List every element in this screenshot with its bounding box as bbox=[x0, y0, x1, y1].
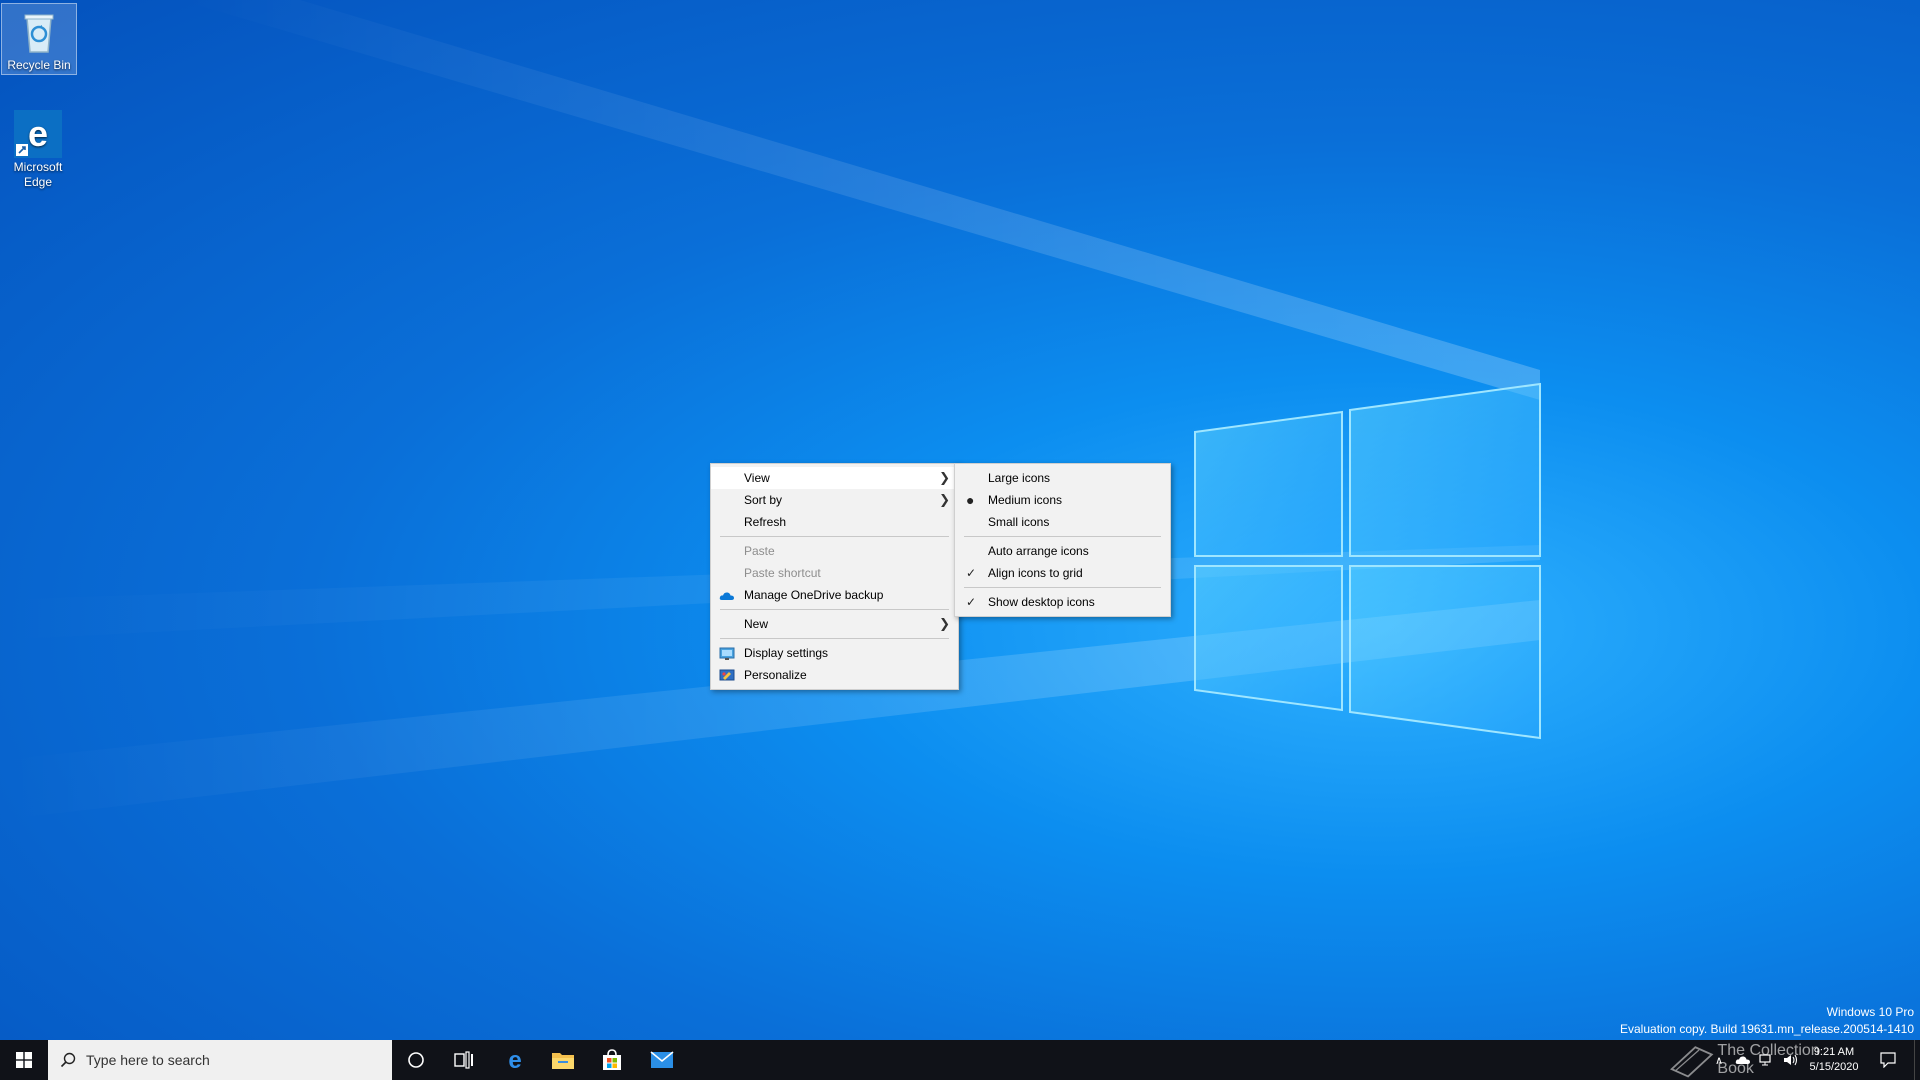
menu-item-personalize[interactable]: Personalize bbox=[711, 664, 958, 686]
menu-item-view[interactable]: View ❯ bbox=[711, 467, 958, 489]
chevron-right-icon: ❯ bbox=[939, 470, 950, 485]
watermark-build: Evaluation copy. Build 19631.mn_release.… bbox=[1620, 1022, 1914, 1036]
menu-item-label: Small icons bbox=[988, 515, 1050, 529]
menu-item-sort-by[interactable]: Sort by ❯ bbox=[711, 489, 958, 511]
svg-text:e: e bbox=[28, 113, 48, 154]
desktop-icon-label: Recycle Bin bbox=[7, 58, 71, 72]
task-view-button[interactable] bbox=[440, 1040, 488, 1080]
menu-item-label: Personalize bbox=[744, 668, 807, 682]
submenu-item-align-icons-to-grid[interactable]: ✓ Align icons to grid bbox=[955, 562, 1170, 584]
store-bag-icon bbox=[603, 1049, 621, 1070]
submenu-item-auto-arrange-icons[interactable]: Auto arrange icons bbox=[955, 540, 1170, 562]
menu-item-label: Show desktop icons bbox=[988, 595, 1095, 609]
menu-item-label: Display settings bbox=[744, 646, 829, 660]
tray-volume[interactable] bbox=[1780, 1040, 1802, 1080]
menu-item-label: Medium icons bbox=[988, 493, 1063, 507]
menu-item-label: Manage OneDrive backup bbox=[744, 588, 884, 602]
desktop-icon-recycle-bin[interactable]: Recycle Bin bbox=[1, 3, 77, 75]
folder-icon bbox=[552, 1053, 574, 1069]
desktop-icon-label: Microsoft Edge bbox=[13, 160, 63, 189]
show-desktop-button[interactable] bbox=[1914, 1040, 1920, 1080]
search-placeholder: Type here to search bbox=[86, 1052, 210, 1068]
menu-separator bbox=[964, 587, 1161, 588]
taskbar-file-explorer-button[interactable] bbox=[539, 1040, 587, 1080]
clock-time: 9:21 AM bbox=[1813, 1046, 1855, 1058]
tray-network[interactable] bbox=[1756, 1040, 1778, 1080]
personalize-icon bbox=[719, 668, 735, 682]
menu-item-display-settings[interactable]: Display settings bbox=[711, 642, 958, 664]
menu-separator bbox=[964, 536, 1161, 537]
clock-date: 5/15/2020 bbox=[1809, 1061, 1859, 1073]
menu-item-refresh[interactable]: Refresh bbox=[711, 511, 958, 533]
menu-item-label: Sort by bbox=[744, 493, 783, 507]
menu-item-label: Paste shortcut bbox=[744, 566, 821, 580]
menu-item-label: Paste bbox=[744, 544, 775, 558]
action-center-button[interactable] bbox=[1870, 1040, 1906, 1080]
network-icon bbox=[1759, 1054, 1771, 1066]
checkmark-icon: ✓ bbox=[966, 566, 977, 580]
checkmark-icon: ✓ bbox=[966, 595, 977, 609]
chevron-right-icon: ❯ bbox=[939, 616, 950, 631]
cortana-circle-icon bbox=[408, 1052, 424, 1068]
chevron-up-icon: ∧ bbox=[1714, 1054, 1724, 1067]
chevron-right-icon: ❯ bbox=[939, 492, 950, 507]
menu-item-label: View bbox=[744, 471, 770, 485]
menu-item-manage-onedrive-backup[interactable]: Manage OneDrive backup bbox=[711, 584, 958, 606]
menu-separator bbox=[720, 638, 949, 639]
taskbar: Type here to search e The Collection Boo… bbox=[0, 1040, 1920, 1080]
watermark-edition: Windows 10 Pro bbox=[1826, 1005, 1914, 1019]
onedrive-cloud-icon bbox=[1735, 1056, 1750, 1064]
tray-onedrive[interactable] bbox=[1732, 1040, 1754, 1080]
edge-icon: e bbox=[508, 1048, 521, 1072]
windows-start-icon bbox=[16, 1052, 32, 1068]
tray-show-hidden-icons[interactable]: ∧ bbox=[1708, 1040, 1730, 1080]
edge-icon: e bbox=[14, 110, 62, 158]
svg-text:e: e bbox=[508, 1048, 521, 1072]
search-icon bbox=[60, 1052, 76, 1068]
desktop-icon-microsoft-edge[interactable]: e Microsoft Edge bbox=[0, 106, 76, 190]
speaker-icon bbox=[1784, 1054, 1798, 1066]
onedrive-cloud-icon bbox=[719, 588, 735, 602]
start-button[interactable] bbox=[0, 1040, 48, 1080]
taskbar-store-button[interactable] bbox=[588, 1040, 636, 1080]
menu-item-new[interactable]: New ❯ bbox=[711, 613, 958, 635]
submenu-item-medium-icons[interactable]: ● Medium icons bbox=[955, 489, 1170, 511]
submenu-item-show-desktop-icons[interactable]: ✓ Show desktop icons bbox=[955, 591, 1170, 613]
display-settings-icon bbox=[719, 646, 735, 660]
taskbar-mail-button[interactable] bbox=[638, 1040, 686, 1080]
menu-item-paste[interactable]: Paste bbox=[711, 540, 958, 562]
notification-icon bbox=[1880, 1052, 1896, 1068]
menu-item-label: New bbox=[744, 617, 769, 631]
menu-item-label: Large icons bbox=[988, 471, 1051, 485]
evaluation-watermark: Windows 10 Pro Evaluation copy. Build 19… bbox=[1620, 1004, 1914, 1038]
menu-separator bbox=[720, 609, 949, 610]
taskbar-search-box[interactable]: Type here to search bbox=[48, 1040, 392, 1080]
view-submenu: Large icons ● Medium icons Small icons A… bbox=[954, 463, 1171, 617]
submenu-item-large-icons[interactable]: Large icons bbox=[955, 467, 1170, 489]
cortana-button[interactable] bbox=[392, 1040, 440, 1080]
menu-separator bbox=[720, 536, 949, 537]
menu-item-label: Refresh bbox=[744, 515, 787, 529]
taskbar-edge-button[interactable]: e bbox=[491, 1040, 539, 1080]
menu-item-label: Align icons to grid bbox=[988, 566, 1083, 580]
menu-item-paste-shortcut[interactable]: Paste shortcut bbox=[711, 562, 958, 584]
desktop-context-menu: View ❯ Sort by ❯ Refresh Paste Paste sho… bbox=[710, 463, 959, 690]
tray-clock[interactable]: 9:21 AM 5/15/2020 bbox=[1804, 1040, 1864, 1080]
submenu-item-small-icons[interactable]: Small icons bbox=[955, 511, 1170, 533]
recycle-bin-icon bbox=[15, 8, 63, 56]
radio-bullet-icon: ● bbox=[966, 492, 975, 508]
menu-item-label: Auto arrange icons bbox=[988, 544, 1089, 558]
mail-icon bbox=[650, 1051, 674, 1068]
task-view-icon bbox=[454, 1051, 473, 1069]
